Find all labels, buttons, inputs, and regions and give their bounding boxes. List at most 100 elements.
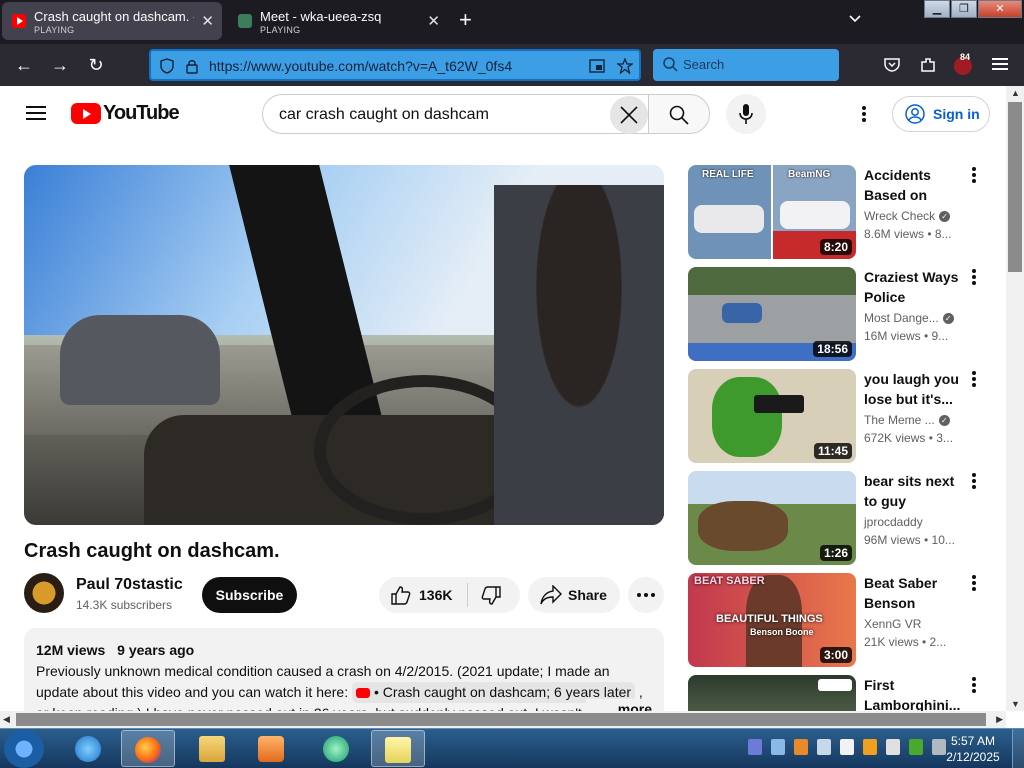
show-desktop-button[interactable] (1012, 729, 1024, 768)
clear-search-button[interactable] (610, 96, 648, 134)
taskbar-explorer[interactable] (186, 730, 240, 767)
kebab-menu-icon[interactable] (972, 167, 976, 183)
kebab-menu-icon[interactable] (972, 371, 976, 387)
action-center-flag-icon[interactable] (840, 739, 854, 755)
horizontal-scroll-thumb[interactable] (16, 713, 986, 726)
volume-muted-icon[interactable] (886, 739, 900, 755)
network-tray-icon[interactable] (817, 739, 831, 755)
forward-icon[interactable]: → (50, 55, 70, 75)
kebab-menu-icon[interactable] (972, 269, 976, 285)
reload-icon[interactable]: ↻ (86, 55, 106, 75)
recommended-title[interactable]: bear sits next to guy (864, 471, 966, 511)
show-more-link[interactable]: ...more (586, 699, 652, 711)
video-thumbnail[interactable]: 18:56 (688, 267, 856, 361)
recommended-video[interactable]: 1:26 bear sits next to guy jprocdaddy 96… (688, 471, 988, 567)
recommended-channel[interactable]: jprocdaddy (864, 515, 923, 529)
taskbar-app[interactable] (310, 730, 364, 767)
channel-label[interactable]: jprocdaddy (864, 515, 923, 529)
yt-search-button[interactable] (648, 94, 710, 134)
shield-icon[interactable] (159, 58, 175, 74)
scroll-up-arrow-icon[interactable]: ▲ (1011, 88, 1020, 98)
recommended-channel[interactable]: Wreck Check ✓ (864, 209, 951, 223)
close-tab-icon[interactable]: ✕ (427, 12, 440, 30)
chevron-down-icon[interactable] (848, 12, 862, 26)
channel-label[interactable]: Most Dange... (864, 311, 939, 325)
taskbar-ie[interactable] (62, 730, 116, 767)
taskbar-firefox[interactable] (121, 730, 175, 767)
scroll-left-arrow-icon[interactable]: ◀ (3, 714, 10, 725)
recommended-video[interactable]: BEAT SABER BEAUTIFUL THINGS Benson Boone… (688, 573, 988, 669)
channel-label[interactable]: The Meme ... (864, 413, 935, 427)
taskbar-media-player[interactable] (245, 730, 299, 767)
bookmark-star-icon[interactable] (617, 58, 633, 74)
search-tray-icon[interactable] (863, 739, 877, 755)
settings-kebab-icon[interactable] (862, 106, 866, 122)
kebab-menu-icon[interactable] (972, 473, 976, 489)
thumbs-down-icon[interactable] (481, 586, 501, 606)
recommended-title[interactable]: Beat Saber Benson Boon... (864, 573, 966, 613)
vertical-scroll-thumb[interactable] (1008, 102, 1022, 272)
subscribe-button[interactable]: Subscribe (202, 577, 297, 613)
scroll-right-arrow-icon[interactable]: ▶ (996, 714, 1003, 725)
new-tab-button[interactable]: + (459, 9, 472, 31)
recommended-video[interactable]: REAL LIFE BeamNG 8:20 Accidents Based on… (688, 165, 988, 261)
channel-label[interactable]: Wreck Check (864, 209, 935, 223)
youtube-logo[interactable]: YouTube (71, 102, 180, 125)
extensions-icon[interactable] (919, 56, 937, 74)
sign-in-button[interactable]: Sign in (892, 96, 990, 132)
guide-menu-icon[interactable] (26, 106, 46, 120)
video-thumbnail[interactable]: BEAT SABER BEAUTIFUL THINGS Benson Boone… (688, 573, 856, 667)
url-text[interactable]: https://www.youtube.com/watch?v=A_t62W_0… (209, 58, 589, 74)
thumbs-up-icon[interactable] (391, 585, 411, 605)
url-bar[interactable]: https://www.youtube.com/watch?v=A_t62W_0… (149, 49, 641, 81)
share-button[interactable]: Share (528, 577, 620, 613)
close-window-button[interactable]: ✕ (978, 0, 1022, 18)
restore-button[interactable]: ❐ (951, 0, 977, 18)
app-tray-icon[interactable] (794, 739, 808, 755)
tab-youtube[interactable]: Crash caught on dashcam. - YouTube PLAYI… (2, 2, 222, 40)
more-actions-button[interactable] (628, 577, 664, 613)
start-orb-button[interactable] (4, 730, 44, 768)
recommended-title[interactable]: Craziest Ways Police Stoppe... (864, 267, 966, 307)
like-count[interactable]: 136K (419, 587, 452, 603)
lock-icon[interactable] (185, 58, 199, 74)
nvidia-tray-icon[interactable] (909, 739, 923, 755)
linked-video-title[interactable]: • Crash caught on dashcam; 6 years later (374, 684, 631, 700)
channel-label[interactable]: XennG VR (864, 617, 921, 631)
speaker-icon[interactable] (238, 14, 252, 28)
picture-in-picture-icon[interactable] (589, 58, 605, 74)
hamburger-menu-icon[interactable] (992, 56, 1008, 73)
yt-search-input[interactable]: car crash caught on dashcam (262, 94, 649, 134)
voice-search-button[interactable] (726, 94, 766, 134)
channel-avatar[interactable] (24, 573, 64, 613)
video-thumbnail[interactable]: REAL LIFE BeamNG 8:20 (688, 165, 856, 259)
video-thumbnail[interactable]: 11:45 (688, 369, 856, 463)
kebab-menu-icon[interactable] (972, 677, 976, 693)
screen-share-tray-icon[interactable] (771, 739, 785, 755)
pocket-icon[interactable] (883, 56, 901, 74)
taskbar-sticky-notes[interactable] (371, 730, 425, 767)
recommended-video[interactable]: 11:45 you laugh you lose but it's... The… (688, 369, 988, 465)
video-description[interactable]: 12M views 9 years ago Previously unknown… (24, 628, 664, 711)
channel-name[interactable]: Paul 70stastic (76, 576, 183, 594)
video-thumbnail[interactable] (688, 675, 856, 711)
vertical-scrollbar[interactable]: ▲ ▼ (1006, 86, 1024, 711)
recommended-video[interactable]: 18:56 Craziest Ways Police Stoppe... Mos… (688, 267, 988, 363)
recommended-video[interactable]: First Lamborghini... (688, 675, 988, 711)
scroll-down-arrow-icon[interactable]: ▼ (1011, 699, 1020, 709)
minimize-button[interactable]: ▁ (924, 0, 950, 18)
microphone-tray-icon[interactable] (748, 739, 762, 755)
system-clock[interactable]: 5:57 AM 2/12/2025 (940, 733, 1006, 765)
recommended-title[interactable]: Accidents Based on Real... (864, 165, 966, 205)
recommended-channel[interactable]: The Meme ... ✓ (864, 413, 950, 427)
browser-search-field[interactable]: Search (653, 49, 839, 81)
video-thumbnail[interactable]: 1:26 (688, 471, 856, 565)
close-tab-icon[interactable]: ✕ (201, 12, 214, 30)
back-icon[interactable]: ← (14, 55, 34, 75)
video-player[interactable] (24, 165, 664, 525)
tab-meet[interactable]: Meet - wka-ueea-zsq PLAYING ✕ (228, 2, 448, 40)
horizontal-scrollbar[interactable]: ◀ ▶ (0, 711, 1006, 728)
recommended-title[interactable]: First Lamborghini... (864, 675, 966, 711)
recommended-title[interactable]: you laugh you lose but it's... (864, 369, 966, 409)
search-query-text[interactable]: car crash caught on dashcam (279, 106, 489, 124)
